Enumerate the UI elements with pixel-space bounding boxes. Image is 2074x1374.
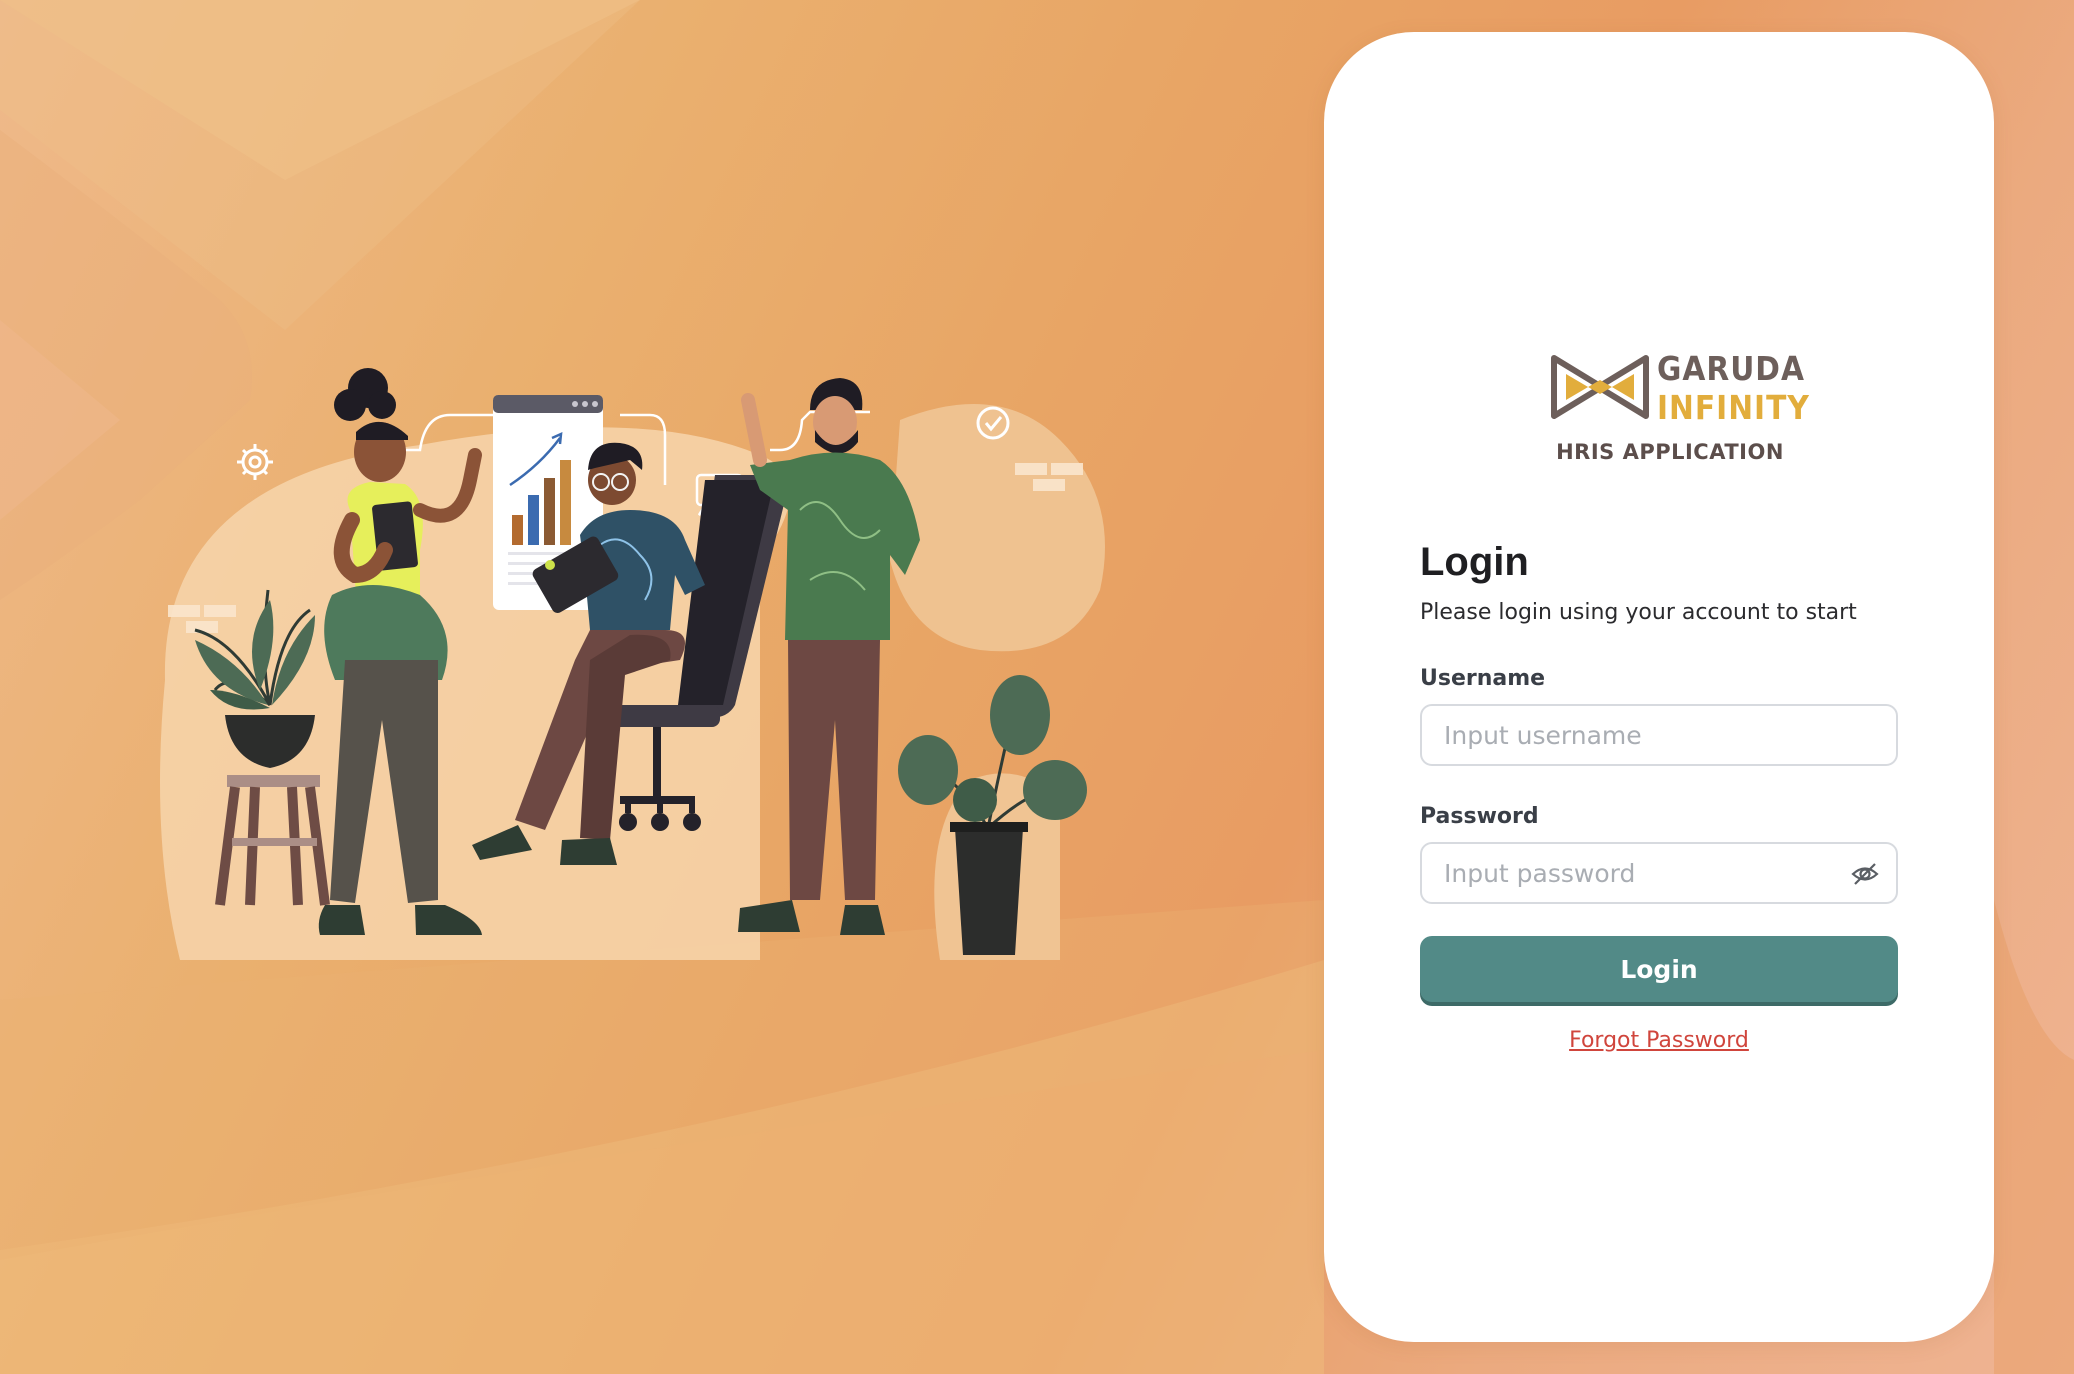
login-subtitle: Please login using your account to start <box>1420 600 1857 625</box>
username-input[interactable] <box>1422 706 1896 764</box>
password-label: Password <box>1420 804 1539 829</box>
brand-subtitle: HRIS APPLICATION <box>1556 440 1784 464</box>
login-page: GARUDA INFINITY HRIS APPLICATION Login P… <box>0 0 2074 1374</box>
login-button[interactable]: Login <box>1420 936 1898 1002</box>
brand-name-line1: GARUDA <box>1657 349 1805 388</box>
forgot-password-link[interactable]: Forgot Password <box>1420 1028 1898 1053</box>
standing-man-figure <box>738 378 920 935</box>
username-label: Username <box>1420 666 1546 691</box>
brand-logo: GARUDA INFINITY HRIS APPLICATION <box>1550 316 1809 464</box>
gear-icon <box>237 444 273 480</box>
password-input[interactable] <box>1422 844 1896 902</box>
username-field-wrapper <box>1420 704 1898 766</box>
password-field-wrapper <box>1420 842 1898 904</box>
login-title: Login <box>1420 540 1529 584</box>
brand-name-line2: INFINITY <box>1657 388 1810 427</box>
garuda-logo-icon <box>1551 355 1649 419</box>
eye-off-icon[interactable] <box>1850 859 1880 889</box>
team-illustration <box>160 368 1105 960</box>
login-card: GARUDA INFINITY HRIS APPLICATION Login P… <box>1324 32 1994 1342</box>
login-form: Login Please login using your account to… <box>1420 532 1898 1053</box>
